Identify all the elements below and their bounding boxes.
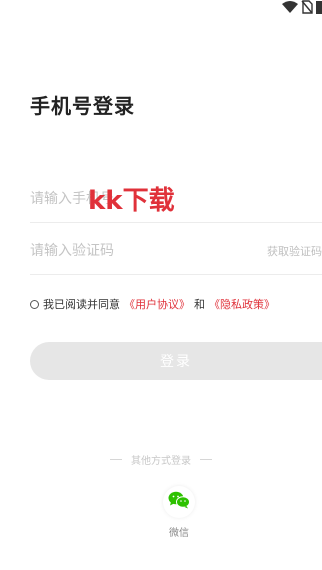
status-icons	[282, 0, 322, 14]
code-input[interactable]	[30, 238, 250, 264]
page-title: 手机号登录	[30, 94, 135, 118]
other-methods-title: 其他方式登录	[131, 456, 191, 467]
no-sim-icon	[301, 0, 313, 14]
divider-line-right	[200, 459, 212, 460]
code-field: 获取验证码	[30, 226, 322, 275]
agreement-and: 和	[194, 298, 205, 311]
get-code-button[interactable]: 获取验证码	[267, 243, 322, 259]
divider-line-left	[110, 459, 122, 460]
other-methods-divider: 其他方式登录	[0, 452, 322, 467]
privacy-policy-link[interactable]: 《隐私政策》	[209, 296, 275, 312]
battery-icon	[316, 0, 322, 14]
status-bar	[0, 0, 322, 16]
phone-input[interactable]	[30, 186, 250, 212]
phone-field	[30, 174, 322, 223]
wechat-icon	[168, 491, 190, 513]
agreement-prefix: 我已阅读并同意	[43, 298, 120, 311]
agreement-radio[interactable]	[30, 299, 39, 309]
wechat-label: 微信	[169, 528, 189, 539]
login-button[interactable]: 登录	[30, 342, 322, 380]
wechat-login-button[interactable]	[163, 486, 195, 518]
wifi-icon	[282, 1, 298, 13]
login-screen: 手机号登录 kk下载 获取验证码 我已阅读并同意 《用户协议》 和 《隐私政策》…	[0, 0, 322, 570]
login-button-label: 登录	[160, 354, 192, 370]
user-agreement-link[interactable]: 《用户协议》	[124, 296, 190, 312]
agreement-row: 我已阅读并同意 《用户协议》 和 《隐私政策》	[30, 296, 279, 312]
